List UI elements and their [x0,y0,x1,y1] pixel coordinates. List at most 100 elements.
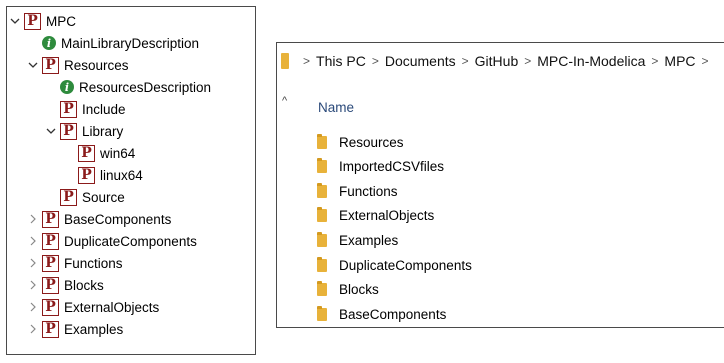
folder-row[interactable]: DuplicateComponents [317,254,472,276]
modelica-package-tree: P MPC i MainLibraryDescription P Resources i Re… [6,6,256,355]
modelica-package-icon: P [42,210,59,228]
chevron-right-icon[interactable] [27,323,39,335]
tree-item-label: BaseComponents [64,211,172,227]
chevron-right-icon: > [371,54,379,68]
folder-row[interactable]: Resources [317,131,404,153]
tree-item-label: win64 [100,145,136,161]
tree-item-label: Resources [64,57,129,73]
folder-icon [317,281,327,297]
folder-name: Blocks [339,282,379,298]
tree-item-label: MPC [46,13,76,29]
chevron-right-icon: > [651,54,659,68]
folder-icon [317,231,327,247]
folder-name: Resources [339,134,404,150]
folder-row[interactable]: BaseComponents [317,303,446,325]
tree-item-label: ExternalObjects [64,299,160,315]
tree-item-label: ResourcesDescription [79,79,212,95]
modelica-package-icon: P [42,276,59,294]
tree-item[interactable]: Pwin64 [63,142,135,164]
tree-item[interactable]: P BaseComponents [27,208,171,230]
modelica-package-icon: P [42,232,59,250]
folder-row[interactable]: Examples [317,229,398,251]
modelica-package-icon: P [60,122,77,140]
tree-item-label: MainLibraryDescription [61,35,200,51]
tree-item-label: DuplicateComponents [64,233,197,249]
name-column-header[interactable]: Name [318,100,354,115]
folder-name: BaseComponents [339,306,447,322]
folder-name: DuplicateComponents [339,257,472,273]
modelica-package-icon: P [60,100,77,118]
chevron-right-icon[interactable] [27,235,39,247]
chevron-right-icon[interactable] [27,279,39,291]
breadcrumb-documents[interactable]: Documents [385,53,456,69]
tree-item[interactable]: P MPC [9,10,76,32]
tree-item[interactable]: P DuplicateComponents [27,230,197,252]
modelica-package-icon: P [42,298,59,316]
tree-item[interactable]: P ExternalObjects [27,296,159,318]
chevron-right-icon[interactable] [27,301,39,313]
chevron-down-icon[interactable] [9,15,21,27]
folder-row[interactable]: Blocks [317,279,379,301]
folder-name: Examples [339,232,399,248]
tree-item[interactable]: P Source [45,186,125,208]
scroll-up-icon[interactable]: ^ [282,95,287,107]
modelica-package-icon: P [78,144,95,162]
tree-item[interactable]: i ResourcesDescription [45,76,211,98]
info-icon: i [42,36,56,50]
folder-row[interactable]: Functions [317,180,398,202]
chevron-right-icon[interactable] [27,257,39,269]
tree-item[interactable]: P Library [45,120,123,142]
tree-item-label: Include [82,101,126,117]
tree-item[interactable]: P Blocks [27,274,104,296]
modelica-package-icon: P [24,12,41,30]
breadcrumb-mpc[interactable]: MPC [664,53,695,69]
chevron-right-icon[interactable] [27,213,39,225]
file-explorer-window: > This PC > Documents > GitHub > MPC-In-… [276,42,724,328]
folder-icon [317,305,327,321]
tree-item[interactable]: P Functions [27,252,123,274]
folder-row[interactable]: ExternalObjects [317,205,434,227]
chevron-right-icon: > [303,54,311,68]
chevron-down-icon[interactable] [45,125,57,137]
tree-item[interactable]: Plinux64 [63,164,143,186]
address-bar[interactable]: > This PC > Documents > GitHub > MPC-In-… [277,43,724,79]
tree-item[interactable]: P Examples [27,318,123,340]
breadcrumb-mpc-in-modelica[interactable]: MPC-In-Modelica [537,53,645,69]
modelica-package-icon: P [78,166,95,184]
tree-item-label: Library [82,123,124,139]
modelica-package-icon: P [42,254,59,272]
tree-item-label: Blocks [64,277,104,293]
tree-item[interactable]: i MainLibraryDescription [27,32,199,54]
chevron-down-icon[interactable] [27,59,39,71]
folder-icon [317,158,327,174]
tree-item-label: linux64 [100,167,143,183]
folder-icon [317,133,327,149]
breadcrumb-this-pc[interactable]: This PC [316,53,366,69]
modelica-package-icon: P [60,188,77,206]
tree-item-label: Functions [64,255,123,271]
folder-icon [317,182,327,198]
folder-name: ExternalObjects [339,208,435,224]
modelica-package-icon: P [42,56,59,74]
chevron-right-icon: > [701,54,709,68]
tree-item-label: Examples [64,321,124,337]
folder-icon [317,256,327,272]
folder-name: Functions [339,183,398,199]
folder-icon [281,53,289,69]
breadcrumb-github[interactable]: GitHub [475,53,519,69]
tree-item[interactable]: P Resources [27,54,129,76]
tree-item[interactable]: P Include [45,98,126,120]
chevron-right-icon: > [461,54,469,68]
folder-name: ImportedCSVfiles [339,159,445,175]
column-header-row: ^ Name [277,93,724,123]
modelica-package-icon: P [42,320,59,338]
info-icon: i [60,80,74,94]
tree-item-label: Source [82,189,125,205]
folder-row[interactable]: ImportedCSVfiles [317,156,444,178]
